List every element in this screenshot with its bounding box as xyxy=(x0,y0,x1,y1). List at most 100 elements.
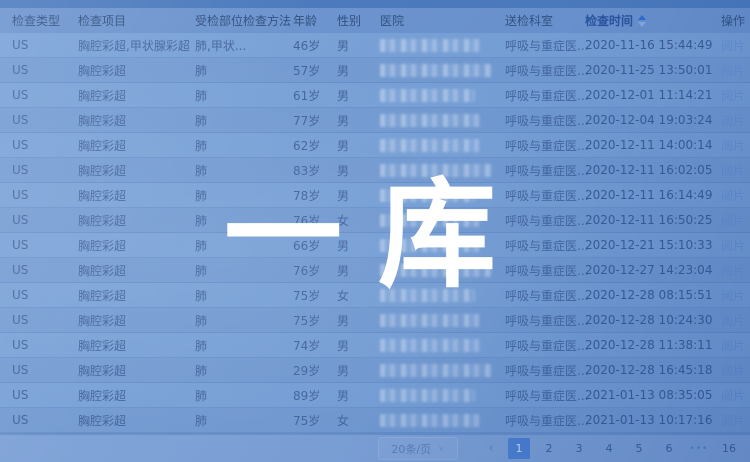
page-button-3[interactable]: 3 xyxy=(568,438,590,459)
cell-exam-type: US xyxy=(0,263,64,277)
hospital-redacted-blur xyxy=(380,139,480,152)
view-images-link[interactable]: 阅片 xyxy=(721,314,745,328)
cell-department: 呼吸与重症医... xyxy=(491,312,571,329)
cell-body-part: 肺 xyxy=(181,387,229,404)
cell-body-part: 肺,甲状... xyxy=(181,37,229,54)
view-images-link[interactable]: 阅片 xyxy=(721,164,745,178)
cell-exam-time: 2020-12-11 16:02:05 xyxy=(571,163,707,177)
view-images-link[interactable]: 阅片 xyxy=(721,189,745,203)
cell-gender: 男 xyxy=(323,137,366,154)
cell-hospital xyxy=(366,64,491,77)
column-header-exam-time[interactable]: 检查时间 xyxy=(571,12,707,29)
cell-exam-item: 胸腔彩超 xyxy=(64,287,181,304)
chevron-down-icon: ∨ xyxy=(438,445,445,453)
cell-exam-item: 胸腔彩超 xyxy=(64,187,181,204)
view-images-link[interactable]: 阅片 xyxy=(721,239,745,253)
cell-exam-item: 胸腔彩超 xyxy=(64,137,181,154)
cell-hospital xyxy=(366,389,491,402)
cell-exam-time: 2020-11-25 13:50:01 xyxy=(571,63,707,77)
column-header-gender: 性别 xyxy=(323,12,366,29)
page-button-6[interactable]: 6 xyxy=(658,438,680,459)
column-header-method: 检查方法 xyxy=(229,12,279,29)
cell-department: 呼吸与重症医... xyxy=(491,112,571,129)
view-images-link[interactable]: 阅片 xyxy=(721,214,745,228)
cell-gender: 男 xyxy=(323,87,366,104)
cell-exam-type: US xyxy=(0,388,64,402)
more-pages-button[interactable]: ••• xyxy=(688,438,710,459)
cell-exam-type: US xyxy=(0,238,64,252)
cell-exam-item: 胸腔彩超 xyxy=(64,87,181,104)
cell-exam-type: US xyxy=(0,363,64,377)
page-button-5[interactable]: 5 xyxy=(628,438,650,459)
page-size-label: 20条/页 xyxy=(391,441,431,457)
cell-body-part: 肺 xyxy=(181,262,229,279)
cell-gender: 男 xyxy=(323,112,366,129)
cell-department: 呼吸与重症医... xyxy=(491,412,571,429)
cell-exam-time: 2020-12-11 16:50:25 xyxy=(571,213,707,227)
view-images-link[interactable]: 阅片 xyxy=(721,89,745,103)
page-button-4[interactable]: 4 xyxy=(598,438,620,459)
sort-ascending-icon xyxy=(638,15,646,20)
cell-body-part: 肺 xyxy=(181,337,229,354)
exam-time-header-label: 检查时间 xyxy=(585,12,633,29)
cell-exam-type: US xyxy=(0,338,64,352)
page-button-1[interactable]: 1 xyxy=(508,438,530,459)
cell-exam-time: 2020-12-04 19:03:24 xyxy=(571,113,707,127)
view-images-link[interactable]: 阅片 xyxy=(721,114,745,128)
page-buttons: 123456 ••• 16 xyxy=(504,438,744,459)
cell-exam-type: US xyxy=(0,188,64,202)
hospital-redacted-blur xyxy=(380,89,475,102)
cell-exam-type: US xyxy=(0,413,64,427)
view-images-link[interactable]: 阅片 xyxy=(721,339,745,353)
view-images-link[interactable]: 阅片 xyxy=(721,264,745,278)
cell-body-part: 肺 xyxy=(181,287,229,304)
view-images-link[interactable]: 阅片 xyxy=(721,289,745,303)
cell-hospital xyxy=(366,339,491,352)
cell-body-part: 肺 xyxy=(181,87,229,104)
cell-exam-type: US xyxy=(0,163,64,177)
cell-gender: 男 xyxy=(323,387,366,404)
cell-exam-type: US xyxy=(0,138,64,152)
column-header-actions: 操作 xyxy=(707,12,750,29)
table-row: US 胸腔彩超 肺 61岁 男 呼吸与重症医... 2020-12-01 11:… xyxy=(0,83,750,108)
cell-exam-time: 2020-12-11 16:14:49 xyxy=(571,188,707,202)
cell-exam-item: 胸腔彩超,甲状腺彩超 xyxy=(64,37,181,54)
cell-body-part: 肺 xyxy=(181,362,229,379)
cell-body-part: 肺 xyxy=(181,137,229,154)
view-images-link[interactable]: 阅片 xyxy=(721,414,745,428)
cell-body-part: 肺 xyxy=(181,162,229,179)
cell-exam-type: US xyxy=(0,38,64,52)
column-header-body-part: 受检部位 xyxy=(181,12,229,29)
sort-caret[interactable] xyxy=(638,15,646,27)
view-images-link[interactable]: 阅片 xyxy=(721,139,745,153)
view-images-link[interactable]: 阅片 xyxy=(721,39,745,53)
cell-department: 呼吸与重症医... xyxy=(491,37,571,54)
cell-exam-type: US xyxy=(0,288,64,302)
cell-age: 75岁 xyxy=(279,412,323,429)
view-images-link[interactable]: 阅片 xyxy=(721,64,745,78)
cell-department: 呼吸与重症医... xyxy=(491,387,571,404)
sort-descending-icon xyxy=(638,22,646,27)
view-images-link[interactable]: 阅片 xyxy=(721,389,745,403)
cell-department: 呼吸与重症医... xyxy=(491,137,571,154)
cell-gender: 男 xyxy=(323,362,366,379)
cell-hospital xyxy=(366,39,491,52)
cell-exam-item: 胸腔彩超 xyxy=(64,387,181,404)
cell-hospital xyxy=(366,89,491,102)
table-row: US 胸腔彩超 肺 57岁 男 呼吸与重症医... 2020-11-25 13:… xyxy=(0,58,750,83)
prev-page-button[interactable]: ‹ xyxy=(480,438,502,459)
page-button-16[interactable]: 16 xyxy=(718,438,740,459)
cell-body-part: 肺 xyxy=(181,112,229,129)
table-row: US 胸腔彩超 肺 77岁 男 呼吸与重症医... 2020-12-04 19:… xyxy=(0,108,750,133)
table-row: US 胸腔彩超 肺 75岁 女 呼吸与重症医... 2021-01-13 10:… xyxy=(0,408,750,433)
cell-gender: 男 xyxy=(323,337,366,354)
cell-gender: 男 xyxy=(323,312,366,329)
view-images-link[interactable]: 阅片 xyxy=(721,364,745,378)
cell-exam-time: 2020-12-11 14:00:14 xyxy=(571,138,707,152)
page-size-select[interactable]: 20条/页 ∨ xyxy=(378,437,458,460)
cell-exam-time: 2020-12-21 15:10:33 xyxy=(571,238,707,252)
cell-age: 46岁 xyxy=(279,37,323,54)
cell-department: 呼吸与重症医... xyxy=(491,87,571,104)
cell-age: 61岁 xyxy=(279,87,323,104)
page-button-2[interactable]: 2 xyxy=(538,438,560,459)
